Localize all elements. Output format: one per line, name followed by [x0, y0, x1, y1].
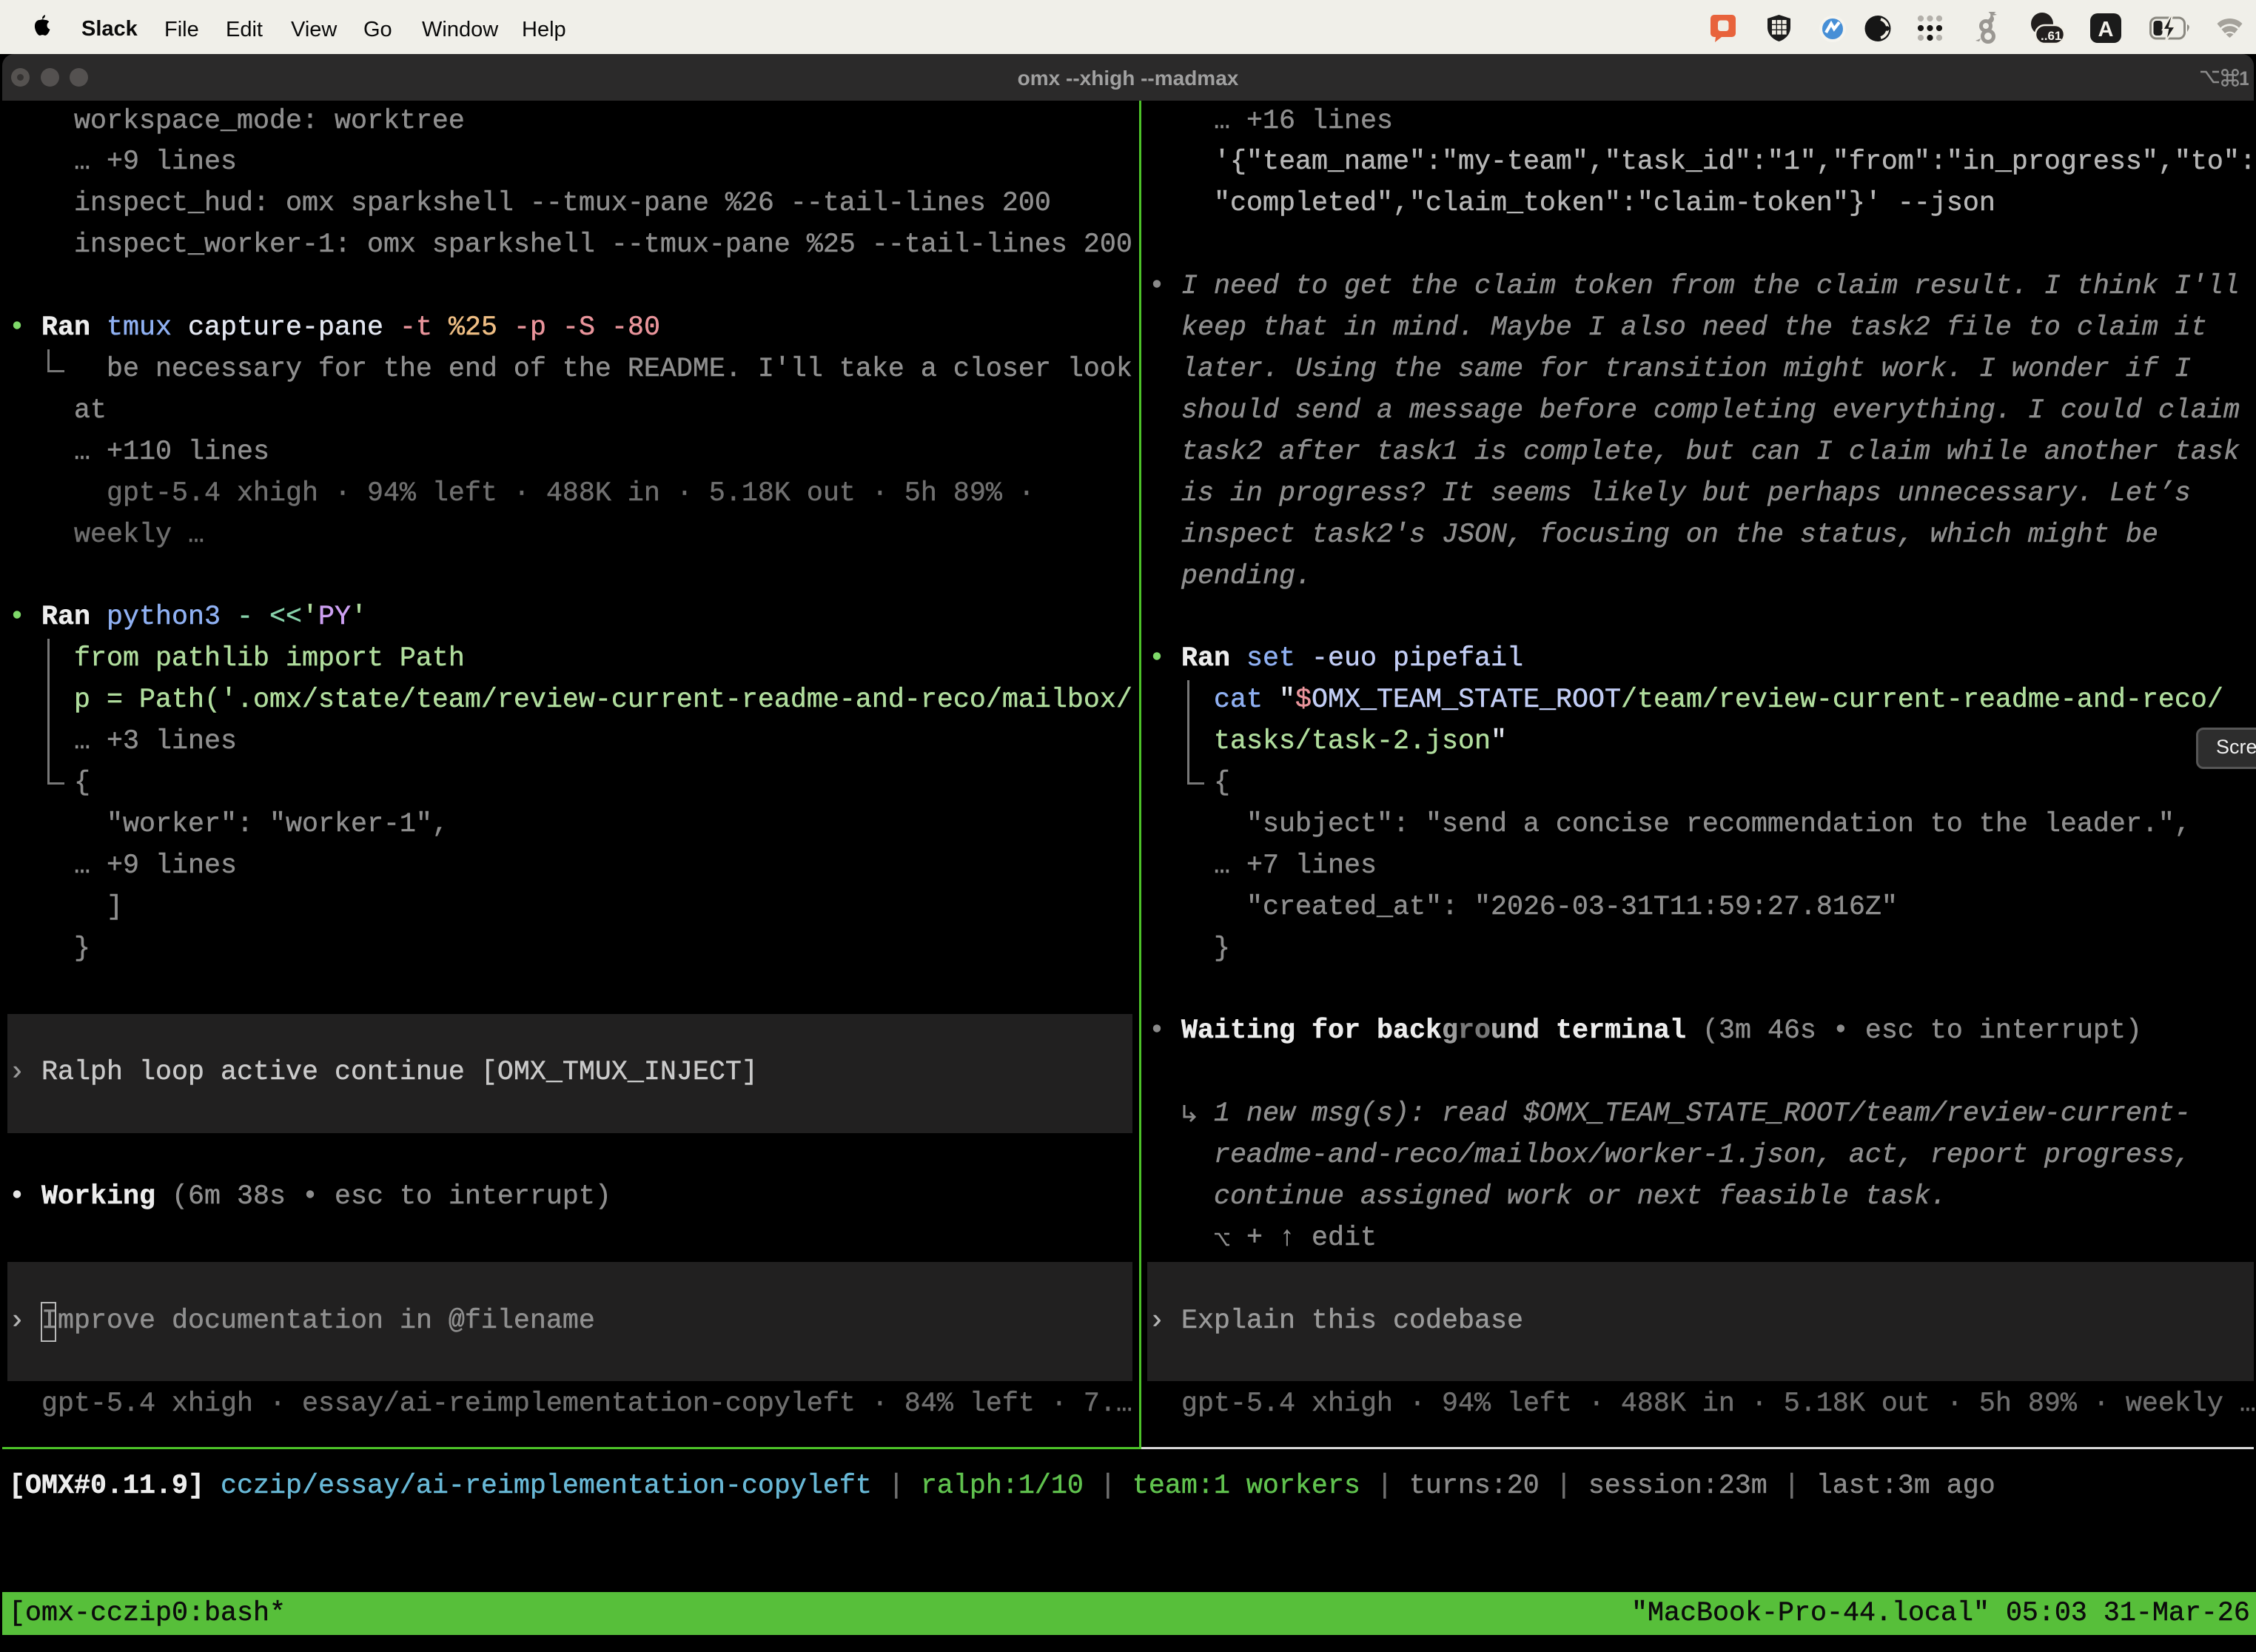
svg-text:1: 1	[2239, 67, 2249, 89]
svg-text:..61: ..61	[2041, 29, 2061, 43]
svg-text:A: A	[2098, 18, 2114, 41]
